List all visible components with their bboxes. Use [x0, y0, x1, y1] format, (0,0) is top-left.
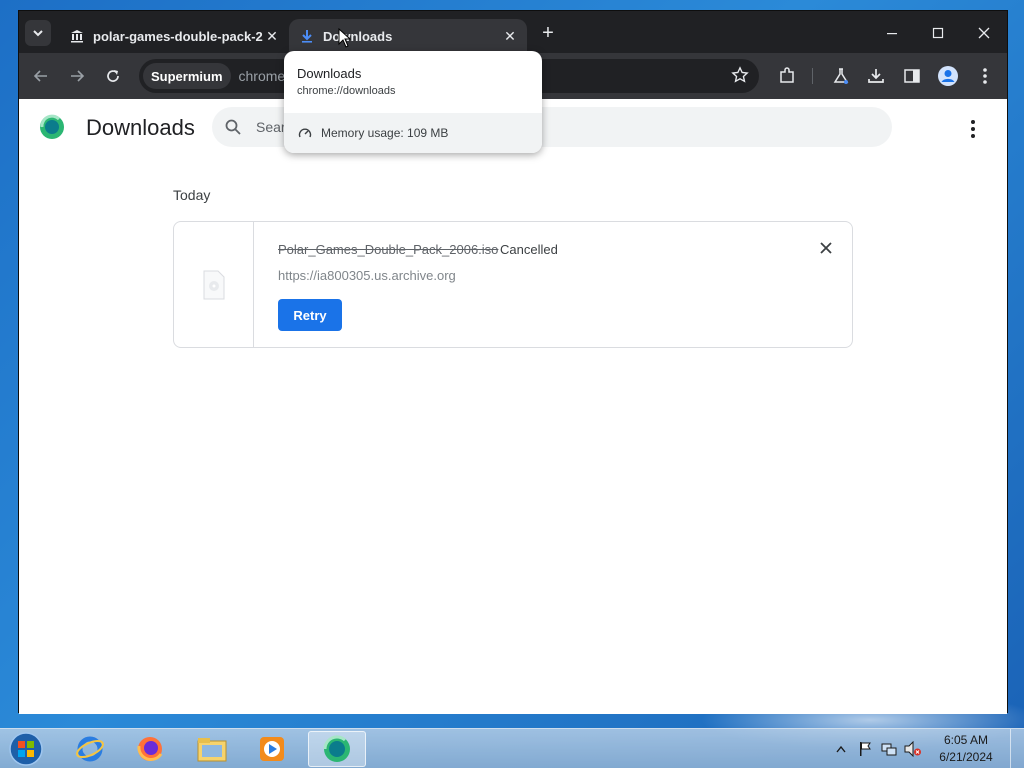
flask-icon: [833, 68, 849, 84]
system-clock[interactable]: 6:05 AM 6/21/2024: [928, 732, 1004, 766]
reload-icon: [107, 70, 119, 82]
extensions-button[interactable]: [775, 64, 799, 88]
close-window-button[interactable]: [961, 19, 1007, 47]
search-icon: [225, 119, 241, 135]
tab-search-button[interactable]: [25, 20, 51, 46]
supermium-taskbar-button[interactable]: [308, 731, 366, 767]
gauge-icon: [298, 128, 312, 138]
start-button[interactable]: [6, 731, 46, 767]
close-icon: [978, 27, 990, 39]
arrow-left-icon: [33, 70, 47, 82]
windows-start-icon: [9, 732, 43, 766]
file-explorer-taskbar-button[interactable]: [186, 731, 238, 767]
arrow-right-icon: [71, 70, 85, 82]
tab-strip: polar-games-double-pack-2006 ✕ Downloads…: [19, 11, 1007, 53]
source-url-link[interactable]: https://ia800305.us.archive.org: [278, 268, 456, 283]
internet-explorer-taskbar-button[interactable]: [64, 731, 116, 767]
download-item: Polar_Games_Double_Pack_2006.iso Cancell…: [173, 221, 853, 348]
remove-from-list-icon[interactable]: [818, 240, 834, 256]
tab-downloads[interactable]: Downloads ✕: [289, 19, 527, 53]
minimize-button[interactable]: [869, 19, 915, 47]
taskbar: 6:05 AM 6/21/2024: [0, 728, 1024, 768]
more-actions-icon[interactable]: [963, 117, 983, 141]
network-icon[interactable]: [880, 740, 898, 758]
museum-icon: [69, 28, 85, 44]
maximize-icon: [932, 27, 944, 39]
toolbar-divider: [812, 68, 813, 84]
close-tab-icon[interactable]: ✕: [501, 27, 519, 45]
system-tray: 6:05 AM 6/21/2024: [832, 729, 1024, 768]
action-center-icon[interactable]: [856, 740, 874, 758]
bookmark-star-icon[interactable]: [731, 66, 751, 86]
side-panel-icon: [904, 69, 920, 83]
labs-button[interactable]: [829, 64, 853, 88]
mouse-cursor-icon: [338, 28, 352, 48]
file-name-link[interactable]: Polar_Games_Double_Pack_2006.iso: [278, 242, 498, 257]
show-desktop-button[interactable]: [1010, 729, 1024, 768]
new-tab-button[interactable]: +: [537, 23, 559, 45]
downloads-page: Downloads Search downloads Today Polar_G…: [19, 99, 1007, 714]
hovercard-url: chrome://downloads: [297, 85, 396, 97]
menu-button[interactable]: [973, 64, 997, 88]
clock-time: 6:05 AM: [943, 733, 989, 747]
side-panel-button[interactable]: [900, 64, 924, 88]
chevron-down-icon: [33, 30, 43, 37]
page-title: Downloads: [86, 115, 195, 140]
supermium-logo-icon: [40, 114, 64, 139]
media-player-taskbar-button[interactable]: [246, 731, 298, 767]
clock-date: 6/21/2024: [939, 750, 993, 764]
puzzle-icon: [780, 67, 794, 83]
downloads-button[interactable]: [864, 64, 888, 88]
avatar-icon: [938, 66, 958, 86]
media-player-icon: [260, 737, 284, 761]
chevron-up-icon: [836, 745, 846, 753]
retry-button[interactable]: Retry: [278, 299, 342, 331]
kebab-menu-icon: [983, 68, 987, 84]
tab-polar-games[interactable]: polar-games-double-pack-2006 ✕: [59, 19, 289, 53]
date-heading: Today: [173, 187, 211, 203]
hovercard-memory-row: Memory usage: 109 MB: [284, 113, 542, 153]
supermium-icon: [323, 735, 350, 762]
download-icon: [868, 69, 884, 83]
close-tab-icon[interactable]: ✕: [263, 27, 281, 45]
maximize-button[interactable]: [915, 19, 961, 47]
firefox-taskbar-button[interactable]: [124, 731, 176, 767]
memory-usage: Memory usage: 109 MB: [321, 126, 449, 140]
download-icon: [299, 28, 315, 44]
browser-chip[interactable]: Supermium: [143, 63, 231, 89]
volume-muted-icon[interactable]: [904, 740, 922, 758]
firefox-icon: [137, 737, 163, 761]
internet-explorer-icon: [76, 736, 104, 762]
tab-hovercard: Downloads chrome://downloads Memory usag…: [284, 51, 542, 153]
download-status: Cancelled: [500, 242, 558, 257]
back-button[interactable]: [29, 64, 53, 88]
show-hidden-icons-button[interactable]: [832, 740, 850, 758]
file-explorer-icon: [197, 738, 227, 762]
tab-title: polar-games-double-pack-2006: [93, 28, 263, 44]
forward-button[interactable]: [65, 64, 89, 88]
hovercard-title: Downloads: [297, 66, 362, 81]
file-icon: [203, 270, 224, 299]
file-icon-area: [174, 222, 254, 347]
profile-button[interactable]: [936, 64, 960, 88]
minimize-icon: [887, 33, 897, 35]
reload-button[interactable]: [101, 64, 125, 88]
